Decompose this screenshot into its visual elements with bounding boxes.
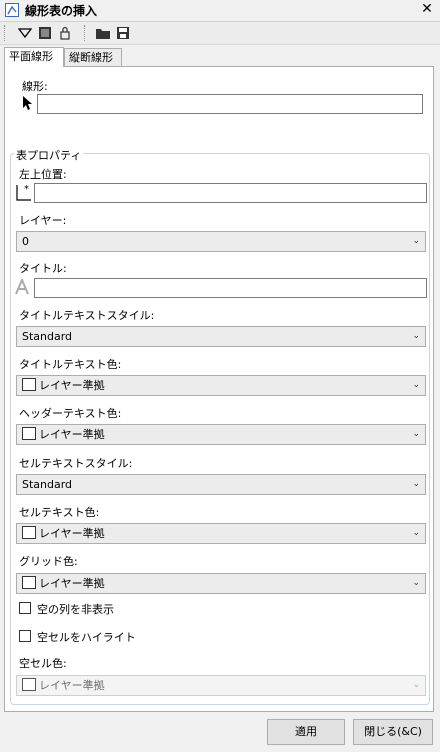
cell-text-color-dropdown[interactable]: レイヤー準拠 ⌄ [16,523,426,544]
title-text-style-value: Standard [22,330,73,343]
upper-left-input[interactable] [34,183,427,203]
title-text-color-dropdown[interactable]: レイヤー準拠 ⌄ [16,375,426,396]
title-text-style-dropdown[interactable]: Standard ⌄ [16,326,426,347]
empty-cell-color-dropdown: レイヤー準拠 ⌄ [16,675,426,696]
grid-color-value: レイヤー準拠 [39,577,105,590]
tab-horizontal-alignment[interactable]: 平面線形 [4,47,64,67]
cell-text-style-value: Standard [22,478,73,491]
empty-cell-color-label: 空セル色: [19,657,67,670]
cell-text-style-label: セルテキストスタイル: [19,457,133,470]
save-icon[interactable] [114,24,132,42]
tab-vertical-alignment[interactable]: 縦断線形 [64,48,122,66]
highlight-empty-cells-label: 空セルをハイライト [37,631,136,644]
color-swatch-icon [22,526,36,539]
svg-text:*: * [24,184,29,195]
upper-left-label: 左上位置: [19,168,67,181]
hide-empty-columns-checkbox[interactable] [19,602,31,614]
layer-value: 0 [22,235,29,248]
hide-empty-columns-label: 空の列を非表示 [37,603,114,616]
chevron-down-icon: ⌄ [412,380,420,390]
chevron-down-icon: ⌄ [412,479,420,489]
layer-dropdown[interactable]: 0 ⌄ [16,231,426,252]
close-button[interactable]: 閉じる(&C) [353,719,433,745]
alignment-label: 線形: [22,80,48,93]
empty-cell-color-value: レイヤー準拠 [39,679,105,692]
toolbar-grip [4,25,7,41]
chevron-down-icon: ⌄ [412,578,420,588]
color-swatch-icon [22,576,36,589]
color-swatch-icon [22,678,36,691]
highlight-empty-cells-checkbox[interactable] [19,630,31,642]
title-input[interactable] [34,278,427,298]
cell-text-color-label: セルテキスト色: [19,506,100,519]
pick-cursor-icon[interactable] [22,95,34,114]
apply-button[interactable]: 適用 [267,719,345,745]
alignment-input[interactable] [37,94,423,114]
close-icon[interactable]: ✕ [418,1,436,17]
dropdown-triangle-icon[interactable] [16,24,34,42]
layer-label: レイヤー: [19,214,67,227]
cell-text-color-value: レイヤー準拠 [39,527,105,540]
chevron-down-icon: ⌄ [412,528,420,538]
title-label: タイトル: [19,262,67,275]
window-title: 線形表の挿入 [25,4,98,18]
text-style-icon [14,277,32,298]
open-folder-icon[interactable] [94,24,112,42]
chevron-down-icon: ⌄ [412,680,420,690]
chevron-down-icon: ⌄ [412,429,420,439]
table-properties-legend: 表プロパティ [14,147,84,163]
title-text-color-value: レイヤー準拠 [39,379,105,392]
grid-color-dropdown[interactable]: レイヤー準拠 ⌄ [16,573,426,594]
title-bar: 線形表の挿入 ✕ [0,0,440,22]
title-text-style-label: タイトルテキストスタイル: [19,309,155,322]
header-text-color-label: ヘッダーテキスト色: [19,407,122,420]
lock-icon[interactable] [56,24,74,42]
screen-icon[interactable] [36,24,54,42]
toolbar [0,22,440,45]
header-text-color-value: レイヤー準拠 [39,428,105,441]
grid-color-label: グリッド色: [19,555,78,568]
header-text-color-dropdown[interactable]: レイヤー準拠 ⌄ [16,424,426,445]
insertion-point-icon[interactable]: * [16,183,32,204]
color-swatch-icon [22,378,36,391]
chevron-down-icon: ⌄ [412,236,420,246]
title-text-color-label: タイトルテキスト色: [19,358,122,371]
toolbar-separator [84,25,87,41]
app-icon [5,3,19,17]
color-swatch-icon [22,427,36,440]
chevron-down-icon: ⌄ [412,331,420,341]
cell-text-style-dropdown[interactable]: Standard ⌄ [16,474,426,495]
